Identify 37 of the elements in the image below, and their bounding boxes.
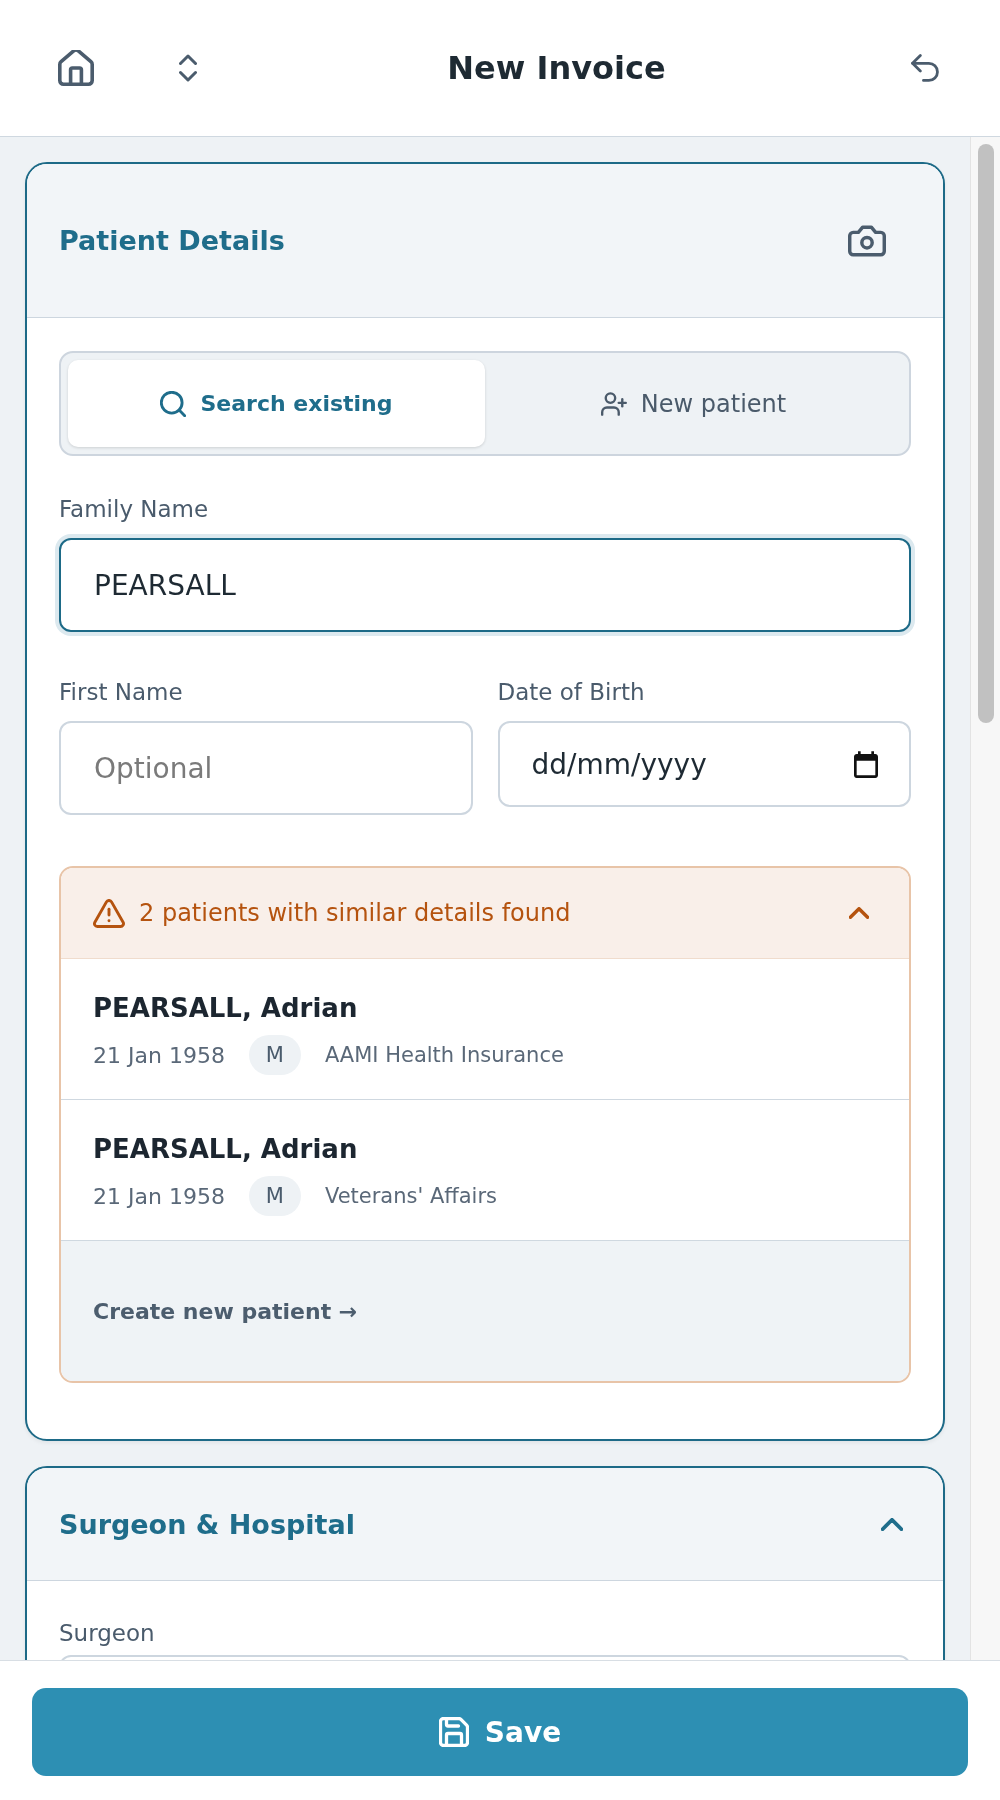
insurer-name: AAMI Health Insurance xyxy=(324,1043,564,1067)
calendar-icon[interactable] xyxy=(854,750,878,778)
card-header[interactable]: Surgeon & Hospital xyxy=(27,1468,943,1581)
section-title: Patient Details xyxy=(59,225,285,256)
sex-badge: M xyxy=(248,1176,301,1216)
section-title: Surgeon & Hospital xyxy=(59,1508,355,1540)
date-field[interactable]: dd/mm/yyyy xyxy=(497,721,911,807)
field-label: Date of Birth xyxy=(497,679,645,705)
input-field[interactable]: Optional xyxy=(59,721,473,815)
save-icon xyxy=(438,1717,469,1747)
input-field[interactable]: PEARSALL xyxy=(59,538,911,632)
mode-tab[interactable]: New patient xyxy=(485,360,902,447)
alert-header[interactable]: 2 patients with similar details found xyxy=(61,868,909,959)
user-plus-icon xyxy=(600,390,627,417)
home-icon xyxy=(58,50,94,86)
birth-date: 21 Jan 1958 xyxy=(93,1183,225,1209)
undo-icon xyxy=(909,54,941,82)
chevrons-up-down-icon xyxy=(179,53,197,83)
search-icon xyxy=(160,390,187,417)
field-label: Family Name xyxy=(59,496,209,522)
camera-icon[interactable] xyxy=(848,224,886,257)
scrollbar-thumb[interactable] xyxy=(978,144,994,723)
save-button[interactable]: Save xyxy=(32,1688,968,1776)
field-label: First Name xyxy=(59,679,183,705)
insurer-name: Veterans' Affairs xyxy=(324,1184,497,1208)
patient-name: PEARSALL, Adrian xyxy=(93,993,358,1023)
page-title: New Invoice xyxy=(446,49,667,87)
field-label: Surgeon xyxy=(59,1620,155,1646)
birth-date: 21 Jan 1958 xyxy=(93,1042,225,1068)
mode-tab[interactable]: Search existing xyxy=(68,360,485,447)
patient-name: PEARSALL, Adrian xyxy=(93,1134,358,1164)
chevron-up-icon[interactable] xyxy=(881,1517,903,1531)
warning-icon xyxy=(93,898,125,928)
chevron-up-icon[interactable] xyxy=(849,907,869,919)
create-patient-link[interactable]: Create new patient → xyxy=(93,1298,358,1324)
alert-message: 2 patients with similar details found xyxy=(139,899,571,927)
sex-badge: M xyxy=(248,1035,301,1075)
